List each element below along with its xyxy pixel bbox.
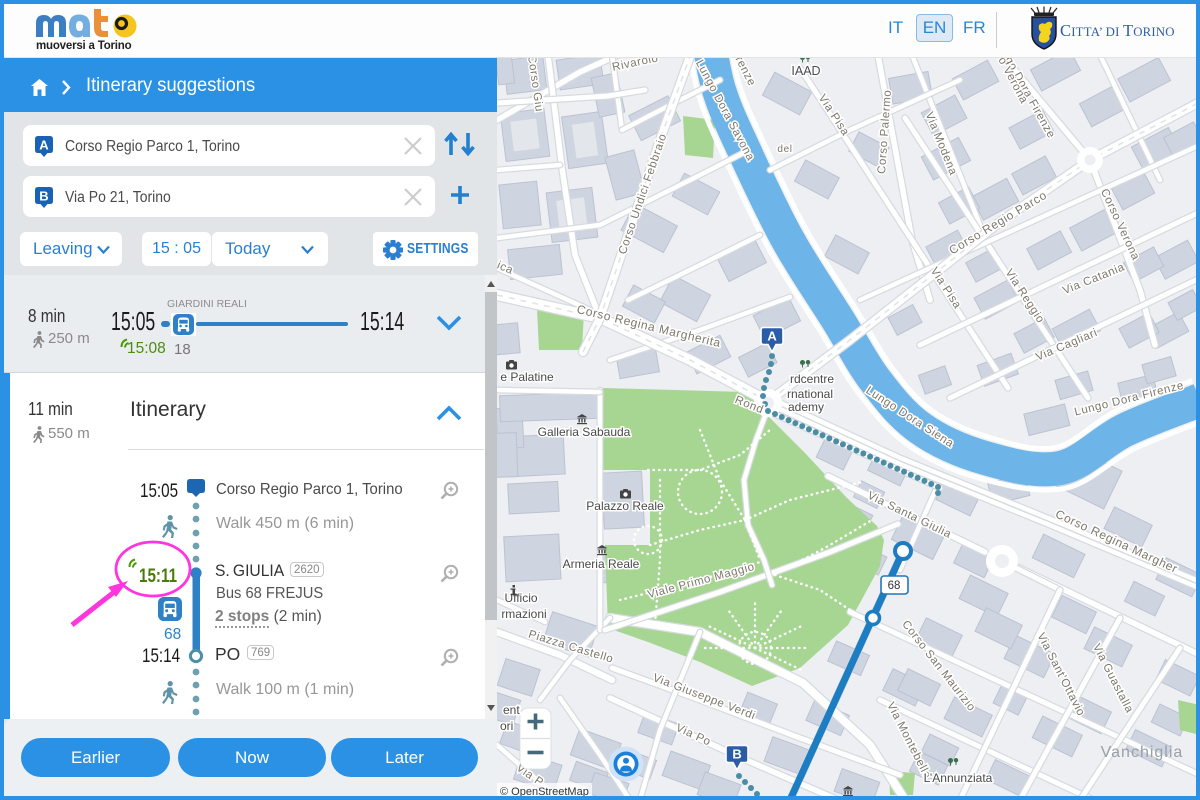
svg-text:Armeria Reale: Armeria Reale bbox=[563, 557, 640, 571]
svg-text:L’Annunziata: L’Annunziata bbox=[924, 771, 993, 785]
svg-text:ademy: ademy bbox=[788, 400, 824, 414]
svg-text:rnational: rnational bbox=[787, 387, 833, 401]
svg-text:68: 68 bbox=[888, 580, 901, 592]
svg-text:Palazzo Reale: Palazzo Reale bbox=[586, 499, 664, 513]
svg-text:ent: ent bbox=[503, 703, 520, 717]
svg-text:B: B bbox=[39, 189, 48, 204]
svg-text:A: A bbox=[39, 138, 49, 153]
svg-text:ori: ori bbox=[500, 719, 513, 733]
svg-text:B: B bbox=[732, 747, 741, 762]
svg-text:del: del bbox=[777, 144, 792, 155]
svg-text:e Palatine: e Palatine bbox=[500, 370, 554, 384]
svg-text:Ufficio: Ufficio bbox=[504, 591, 537, 605]
svg-text:IAAD: IAAD bbox=[791, 64, 820, 78]
svg-text:muoversi a Torino: muoversi a Torino bbox=[36, 40, 132, 52]
svg-text:Galleria Sabauda: Galleria Sabauda bbox=[538, 425, 631, 439]
svg-text:CITTA’ DI TORINO: CITTA’ DI TORINO bbox=[1060, 21, 1175, 40]
svg-text:rdcentre: rdcentre bbox=[790, 372, 834, 386]
svg-text:© OpenStreetMap: © OpenStreetMap bbox=[500, 786, 589, 796]
svg-text:Vanchiglia: Vanchiglia bbox=[1101, 744, 1184, 761]
svg-text:A: A bbox=[767, 329, 777, 344]
svg-text:rmazioni: rmazioni bbox=[501, 607, 546, 621]
